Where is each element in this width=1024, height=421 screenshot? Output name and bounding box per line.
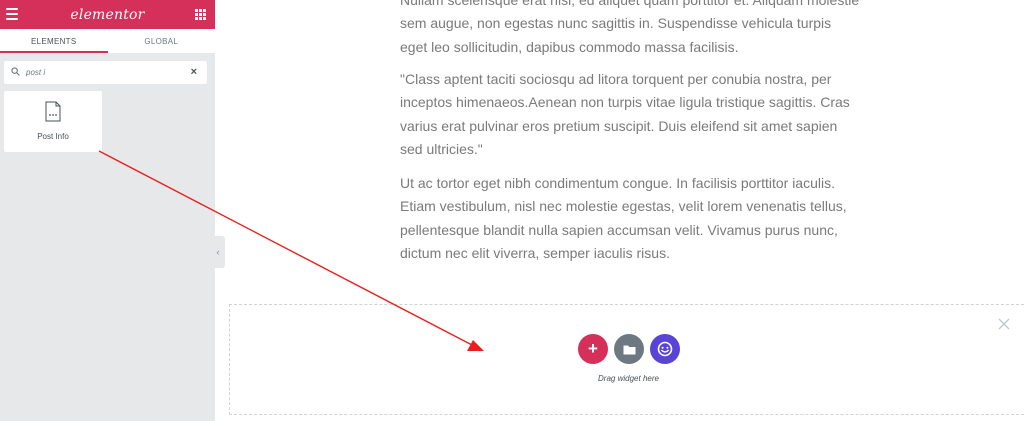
tab-elements[interactable]: ELEMENTS [0, 29, 108, 53]
content-paragraph: Nullam scelerisque erat nisi, ed aliquet… [400, 0, 860, 55]
widget-post-info[interactable]: Post Info [4, 91, 102, 152]
add-kit-button[interactable] [650, 334, 680, 364]
smiley-icon [657, 341, 673, 357]
search-box: × [4, 61, 207, 84]
folder-icon [623, 345, 635, 354]
hamburger-menu-icon[interactable] [6, 8, 18, 20]
plus-icon: + [588, 339, 598, 358]
editor-panel: elementor ELEMENTS GLOBAL × Post Info [0, 0, 215, 421]
panel-tabs: ELEMENTS GLOBAL [0, 29, 215, 53]
content-paragraph: "Class aptent taciti sociosqu ad litora … [400, 71, 850, 157]
add-section-button[interactable]: + [578, 334, 608, 364]
drag-widget-label: Drag widget here [598, 374, 659, 383]
widgets-grid-icon[interactable] [195, 9, 206, 20]
chevron-left-icon: ‹ [216, 247, 220, 257]
clear-search-icon[interactable]: × [191, 66, 197, 79]
post-info-icon [45, 101, 61, 122]
widget-label: Post Info [37, 132, 69, 141]
add-template-button[interactable] [614, 334, 644, 364]
elementor-logo: elementor [70, 6, 145, 23]
panel-header: elementor [0, 0, 215, 29]
search-input[interactable] [26, 65, 176, 80]
search-icon [11, 67, 20, 76]
tab-global[interactable]: GLOBAL [108, 29, 216, 53]
panel-collapse-handle[interactable]: ‹ [211, 236, 225, 268]
content-paragraph: Ut ac tortor eget nibh condimentum congu… [400, 175, 847, 261]
close-icon[interactable] [997, 317, 1011, 331]
